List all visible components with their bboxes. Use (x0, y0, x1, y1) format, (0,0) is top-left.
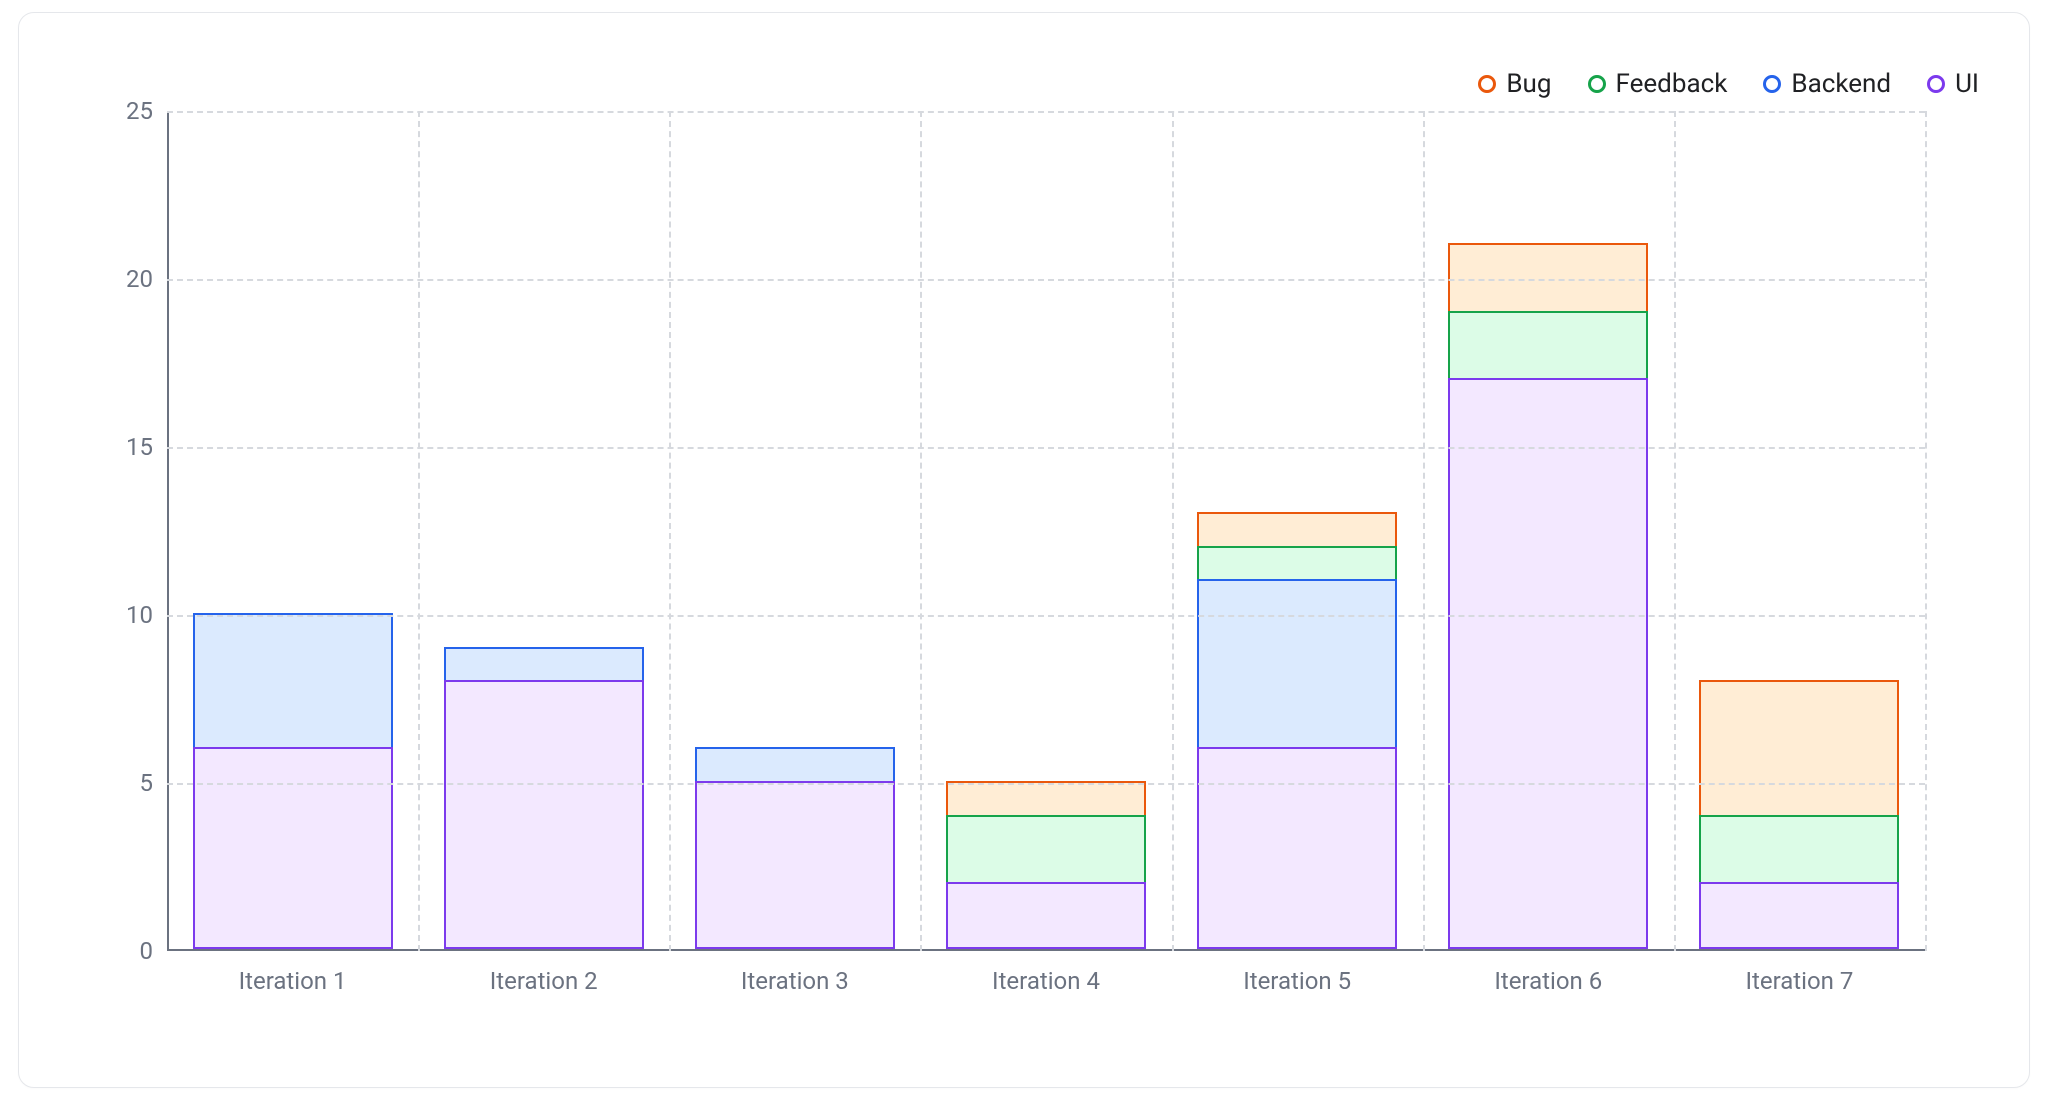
y-tick-label: 5 (107, 769, 167, 797)
bar-segment-ui (193, 747, 393, 949)
gridline-h (167, 615, 1925, 617)
circle-icon (1927, 75, 1945, 93)
gridline-v (669, 111, 671, 951)
circle-icon (1588, 75, 1606, 93)
bar[interactable] (1699, 680, 1899, 949)
legend-label: Bug (1506, 69, 1551, 99)
bar-segment-ui (1448, 378, 1648, 949)
bar-segment-ui (444, 680, 644, 949)
gridline-h (167, 111, 1925, 113)
legend-label: Backend (1791, 69, 1891, 99)
x-tick-label: Iteration 7 (1745, 951, 1853, 995)
chart-axes: 0510152025Iteration 1Iteration 2Iteratio… (167, 111, 1925, 951)
bar-segment-feedback (946, 815, 1146, 882)
bar-segment-feedback (1197, 546, 1397, 580)
y-tick-label: 25 (107, 97, 167, 125)
legend: Bug Feedback Backend UI (1478, 69, 1979, 99)
gridline-v (1674, 111, 1676, 951)
circle-icon (1478, 75, 1496, 93)
x-tick-label: Iteration 2 (490, 951, 598, 995)
bar[interactable] (1448, 243, 1648, 949)
chart-plot: 0510152025Iteration 1Iteration 2Iteratio… (167, 111, 1957, 951)
y-tick-label: 15 (107, 433, 167, 461)
legend-label: UI (1955, 69, 1979, 99)
gridline-v (418, 111, 420, 951)
bar-segment-ui (1699, 882, 1899, 949)
bar-segment-bug (1197, 512, 1397, 546)
legend-item-bug[interactable]: Bug (1478, 69, 1551, 99)
y-tick-label: 20 (107, 265, 167, 293)
bar-segment-backend (193, 613, 393, 747)
legend-item-feedback[interactable]: Feedback (1588, 69, 1728, 99)
bar-segment-bug (1699, 680, 1899, 814)
bar-segment-backend (1197, 579, 1397, 747)
bar[interactable] (193, 613, 393, 949)
circle-icon (1763, 75, 1781, 93)
bar-segment-backend (444, 647, 644, 681)
gridline-h (167, 447, 1925, 449)
gridline-v (1172, 111, 1174, 951)
bars-layer (167, 111, 1925, 951)
bar-segment-feedback (1699, 815, 1899, 882)
bar[interactable] (1197, 512, 1397, 949)
x-tick-label: Iteration 4 (992, 951, 1100, 995)
gridline-v (1423, 111, 1425, 951)
gridline-h (167, 783, 1925, 785)
x-tick-label: Iteration 3 (741, 951, 849, 995)
legend-label: Feedback (1616, 69, 1728, 99)
gridline-v (920, 111, 922, 951)
bar-segment-feedback (1448, 311, 1648, 378)
x-tick-label: Iteration 5 (1243, 951, 1351, 995)
bar-segment-backend (695, 747, 895, 781)
gridline-h (167, 279, 1925, 281)
legend-item-backend[interactable]: Backend (1763, 69, 1891, 99)
bar-segment-ui (1197, 747, 1397, 949)
y-tick-label: 0 (107, 937, 167, 965)
bar[interactable] (444, 647, 644, 949)
x-tick-label: Iteration 1 (239, 951, 347, 995)
gridline-v (1925, 111, 1927, 951)
bar-segment-ui (695, 781, 895, 949)
legend-item-ui[interactable]: UI (1927, 69, 1979, 99)
chart-card: Bug Feedback Backend UI 0510152025Iterat… (18, 12, 2030, 1088)
bar-segment-bug (1448, 243, 1648, 310)
x-tick-label: Iteration 6 (1494, 951, 1602, 995)
bar[interactable] (946, 781, 1146, 949)
y-tick-label: 10 (107, 601, 167, 629)
bar-segment-bug (946, 781, 1146, 815)
bar[interactable] (695, 747, 895, 949)
bar-segment-ui (946, 882, 1146, 949)
